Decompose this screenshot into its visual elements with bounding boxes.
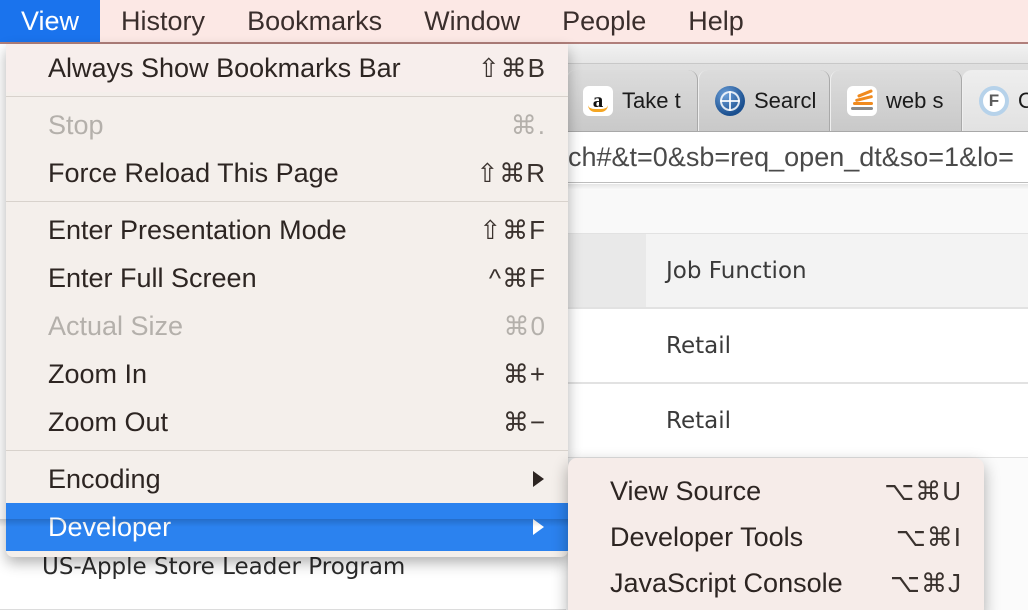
menu-item-enter-full-screen[interactable]: Enter Full Screen ^⌘F xyxy=(6,254,568,302)
chevron-right-icon xyxy=(533,519,544,535)
menu-item-shortcut: ⇧⌘F xyxy=(479,214,546,245)
menu-item-zoom-in[interactable]: Zoom In ⌘+ xyxy=(6,350,568,398)
menu-item-view-source[interactable]: View Source ⌥⌘U xyxy=(568,468,984,514)
menubar-item-bookmarks[interactable]: Bookmarks xyxy=(226,0,403,42)
menu-item-shortcut: ^⌘F xyxy=(488,262,546,293)
content-top-gap xyxy=(566,189,1028,233)
menu-item-force-reload-this-page[interactable]: Force Reload This Page ⇧⌘R xyxy=(6,149,568,197)
address-bar-text: ch#&t=0&sb=req_open_dt&so=1&lo= xyxy=(568,142,1014,172)
chevron-right-icon xyxy=(533,471,544,487)
menu-item-label: Enter Presentation Mode xyxy=(48,214,347,245)
menu-item-label: Force Reload This Page xyxy=(48,157,339,188)
menu-item-shortcut: ⌥⌘U xyxy=(884,475,962,506)
menu-item-label: Zoom In xyxy=(48,358,148,389)
menu-separator xyxy=(6,450,568,451)
browser-tab-label: Take t xyxy=(622,87,681,113)
browser-tab-op[interactable]: F Op xyxy=(962,70,1028,131)
program-footer-label: US-Apple Store Leader Program xyxy=(42,554,406,580)
menubar-item-label: View xyxy=(21,5,80,36)
menubar-item-history[interactable]: History xyxy=(100,0,226,42)
menu-item-actual-size: Actual Size ⌘0 xyxy=(6,302,568,350)
menu-item-always-show-bookmarks-bar[interactable]: Always Show Bookmarks Bar ⇧⌘B xyxy=(6,44,568,92)
menu-item-label: View Source xyxy=(610,475,762,506)
menu-item-developer[interactable]: Developer xyxy=(6,503,568,551)
menu-item-label: Developer xyxy=(48,511,172,542)
browser-tab-amazon[interactable]: a Take t xyxy=(566,70,698,131)
menu-item-encoding[interactable]: Encoding xyxy=(6,455,568,503)
menu-item-shortcut: ⌘− xyxy=(502,406,546,437)
cell-job-function: Retail xyxy=(666,407,731,434)
menu-item-label: Actual Size xyxy=(48,310,184,341)
menu-bar[interactable]: View History Bookmarks Window People Hel… xyxy=(0,0,1028,44)
menu-item-shortcut: ⇧⌘B xyxy=(477,52,546,83)
menu-item-shortcut: ⌥⌘J xyxy=(890,567,962,598)
table-header-row: Job Function xyxy=(566,233,1028,308)
menu-item-label: Always Show Bookmarks Bar xyxy=(48,52,401,83)
menu-group-reload: Stop ⌘. Force Reload This Page ⇧⌘R xyxy=(6,101,568,197)
browser-tab-label: Searcl xyxy=(754,87,815,113)
cell-job-function: Retail xyxy=(666,332,731,359)
menu-item-shortcut: ⌘. xyxy=(510,109,546,140)
developer-submenu[interactable]: View Source ⌥⌘U Developer Tools ⌥⌘I Java… xyxy=(568,458,984,610)
menubar-item-label: Help xyxy=(688,5,744,36)
menu-item-zoom-out[interactable]: Zoom Out ⌘− xyxy=(6,398,568,446)
menu-item-enter-presentation-mode[interactable]: Enter Presentation Mode ⇧⌘F xyxy=(6,206,568,254)
menu-item-label: Stop xyxy=(48,109,104,140)
view-dropdown-menu[interactable]: Always Show Bookmarks Bar ⇧⌘B Stop ⌘. Fo… xyxy=(6,44,568,557)
column-header-job-function: Job Function xyxy=(666,257,807,284)
menubar-item-label: History xyxy=(121,5,206,36)
menu-item-label: Zoom Out xyxy=(48,406,169,437)
menubar-item-view[interactable]: View xyxy=(0,0,101,42)
screen: a Take t Searcl web s F Op ch#&t=0&sb=re… xyxy=(0,0,1028,610)
menu-item-developer-tools[interactable]: Developer Tools ⌥⌘I xyxy=(568,514,984,560)
address-bar[interactable]: ch#&t=0&sb=req_open_dt&so=1&lo= xyxy=(566,133,1028,183)
menu-item-label: Enter Full Screen xyxy=(48,262,257,293)
menubar-item-window[interactable]: Window xyxy=(403,0,541,42)
table-row[interactable]: Retail xyxy=(566,308,1028,383)
menu-group-developer: Encoding Developer xyxy=(6,455,568,551)
menu-item-label: Developer Tools xyxy=(610,521,804,552)
menu-item-shortcut: ⌘0 xyxy=(503,310,546,341)
globe-icon xyxy=(715,85,745,116)
menubar-item-people[interactable]: People xyxy=(541,0,667,42)
browser-tab-web[interactable]: web s xyxy=(830,70,962,131)
menu-item-stop: Stop ⌘. xyxy=(6,101,568,149)
menu-separator xyxy=(6,96,568,97)
menu-group-bookmarks: Always Show Bookmarks Bar ⇧⌘B xyxy=(6,44,568,92)
tab-strip-top xyxy=(566,44,1028,64)
menubar-item-help[interactable]: Help xyxy=(667,0,765,42)
browser-tab-label: Op xyxy=(1018,88,1028,114)
menu-item-label: Encoding xyxy=(48,463,161,494)
table-row[interactable]: Retail xyxy=(566,383,1028,458)
amazon-icon: a xyxy=(583,85,613,116)
browser-tab-bar[interactable]: a Take t Searcl web s F Op xyxy=(566,64,1028,132)
feed-icon xyxy=(847,85,877,116)
menubar-item-label: Window xyxy=(424,5,521,36)
browser-tab-search[interactable]: Searcl xyxy=(698,70,830,131)
menu-item-shortcut: ⌘+ xyxy=(502,358,546,389)
menu-item-shortcut: ⌥⌘I xyxy=(895,521,962,552)
menu-item-label: JavaScript Console xyxy=(610,567,843,598)
menu-item-shortcut: ⇧⌘R xyxy=(476,157,546,188)
menubar-item-label: Bookmarks xyxy=(247,5,383,36)
f-circle-icon: F xyxy=(979,85,1009,116)
browser-tab-label: web s xyxy=(886,87,944,113)
menu-item-javascript-console[interactable]: JavaScript Console ⌥⌘J xyxy=(568,560,984,606)
menu-group-zoom: Enter Presentation Mode ⇧⌘F Enter Full S… xyxy=(6,206,568,446)
row-gutter xyxy=(566,234,646,307)
menubar-item-label: People xyxy=(562,5,647,36)
menu-separator xyxy=(6,201,568,202)
